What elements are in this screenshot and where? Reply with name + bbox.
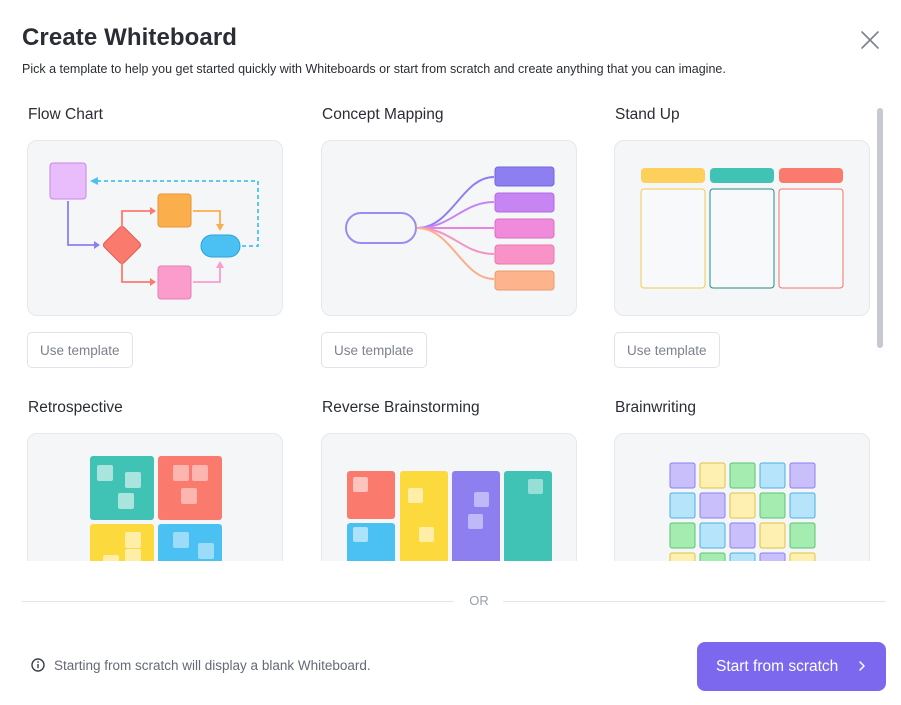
divider	[503, 601, 886, 602]
use-template-button[interactable]: Use template	[321, 332, 427, 368]
brainwriting-cell	[789, 492, 816, 519]
brainwriting-cell	[699, 492, 726, 519]
template-title: Stand Up	[615, 106, 680, 123]
brainwriting-cell	[759, 462, 786, 489]
retrospective-preview[interactable]	[27, 433, 283, 561]
brainwriting-cell	[759, 552, 786, 561]
brainwriting-cell	[729, 492, 756, 519]
brainwriting-cell	[669, 522, 696, 549]
use-template-button[interactable]: Use template	[614, 332, 720, 368]
brainwriting-cell	[789, 552, 816, 561]
modal-subtitle: Pick a template to help you get started …	[22, 62, 726, 76]
template-title: Flow Chart	[28, 106, 103, 123]
divider	[22, 601, 454, 602]
template-title: Reverse Brainstorming	[322, 399, 480, 416]
or-separator: OR	[469, 593, 489, 608]
brainwriting-cell	[759, 522, 786, 549]
scrollbar[interactable]	[877, 108, 883, 348]
start-from-scratch-button[interactable]: Start from scratch	[697, 642, 886, 691]
brainwriting-cell	[669, 492, 696, 519]
stand-up-preview[interactable]	[614, 140, 870, 316]
info-icon	[30, 657, 46, 673]
info-text: Starting from scratch will display a bla…	[54, 657, 371, 673]
template-title: Brainwriting	[615, 399, 696, 416]
brainwriting-cell	[699, 552, 726, 561]
close-icon[interactable]	[858, 28, 882, 52]
concept-map-preview[interactable]	[321, 140, 577, 316]
brainwriting-cell	[789, 522, 816, 549]
brainwriting-cell	[789, 462, 816, 489]
use-template-button[interactable]: Use template	[27, 332, 133, 368]
brainwriting-cell	[699, 462, 726, 489]
template-title: Concept Mapping	[322, 106, 444, 123]
template-title: Retrospective	[28, 399, 123, 416]
modal-title: Create Whiteboard	[22, 24, 238, 51]
start-from-scratch-label: Start from scratch	[716, 657, 839, 675]
brainwriting-cell	[729, 552, 756, 561]
brainwriting-cell	[699, 522, 726, 549]
brainwriting-cell	[759, 492, 786, 519]
create-whiteboard-modal: Create Whiteboard Pick a template to hel…	[0, 0, 901, 705]
brainwriting-cell	[729, 462, 756, 489]
brainwriting-preview[interactable]	[614, 433, 870, 561]
brainwriting-cell	[669, 462, 696, 489]
reverse-brainstorming-preview[interactable]	[321, 433, 577, 561]
brainwriting-cell	[669, 552, 696, 561]
flow-chart-preview[interactable]	[27, 140, 283, 316]
template-list[interactable]: Flow Chart Use template Concept Mapping …	[0, 96, 901, 561]
chevron-right-icon	[857, 659, 867, 673]
scratch-info: Starting from scratch will display a bla…	[30, 657, 371, 673]
brainwriting-cell	[729, 522, 756, 549]
